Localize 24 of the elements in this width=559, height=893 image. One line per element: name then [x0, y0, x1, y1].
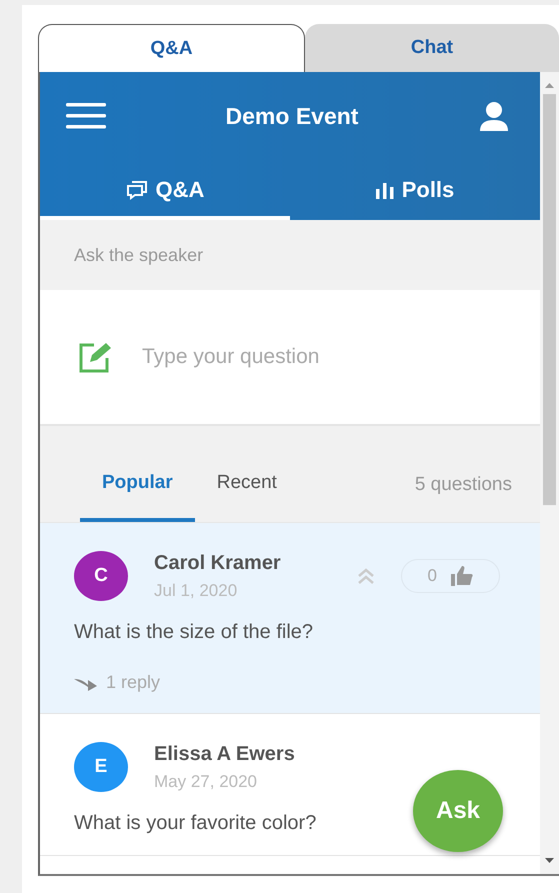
tab[interactable]: Q&A	[38, 24, 305, 72]
author-name: Elissa A Ewers	[154, 742, 296, 766]
question-date: May 27, 2020	[154, 772, 258, 792]
event-title: Demo Event	[226, 102, 358, 130]
question-text: What is your favorite color?	[74, 812, 318, 835]
edit-icon	[78, 341, 114, 373]
question-field[interactable]: Type your question	[140, 344, 540, 370]
author-name: Carol Kramer	[154, 552, 282, 574]
menu-icon[interactable]	[66, 103, 106, 129]
user-icon[interactable]	[478, 101, 510, 131]
section-tab[interactable]: Polls	[290, 160, 540, 220]
double-chevron-icon	[356, 568, 375, 584]
sort-tab[interactable]: Recent	[194, 456, 299, 522]
thumbs-up-icon	[451, 566, 473, 586]
question-text: What is the size of the file?	[74, 621, 314, 644]
section-label: Ask the speaker	[40, 220, 540, 290]
tab[interactable]: Chat	[305, 24, 559, 72]
chat-bubbles-icon	[126, 180, 148, 200]
question-date: Jul 1, 2020	[154, 580, 238, 600]
question-count: 5 questions	[414, 473, 512, 497]
avatar: C	[74, 551, 128, 601]
scrollbar[interactable]	[540, 72, 559, 874]
bar-chart-icon	[376, 181, 394, 199]
avatar: E	[74, 742, 128, 792]
